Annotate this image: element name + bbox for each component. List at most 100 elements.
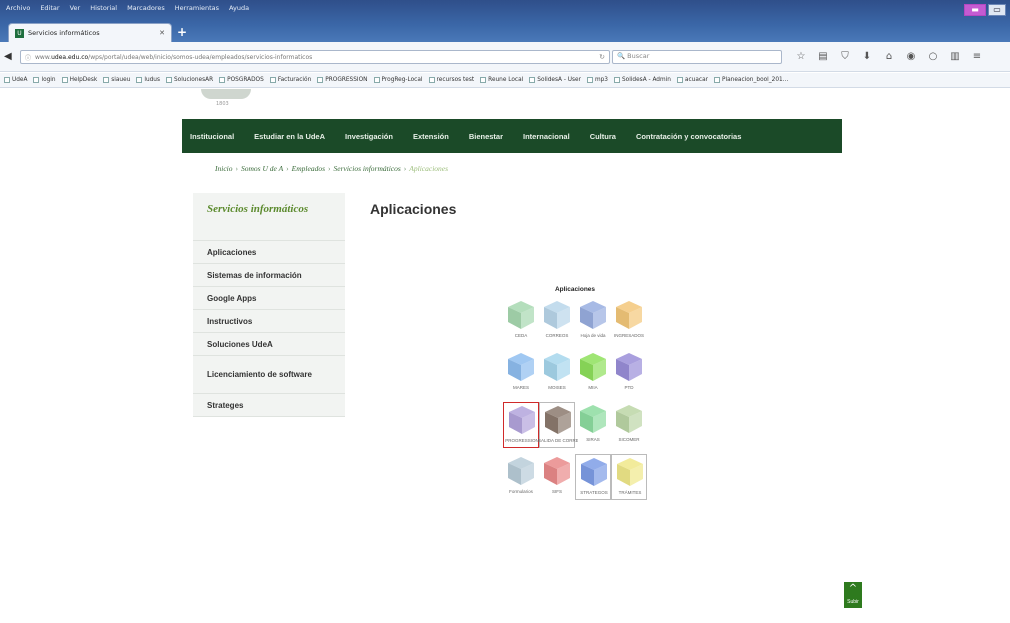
chevron-up-icon: ^ [848, 583, 858, 594]
nav-internacional[interactable]: Internacional [523, 132, 570, 141]
scroll-to-top-button[interactable]: ^ Subir [844, 582, 862, 608]
bookmark-item[interactable]: Facturación [269, 77, 311, 83]
bookmark-item[interactable]: Planeacion_bool_201... [714, 77, 788, 83]
menu-editar[interactable]: Editar [40, 4, 59, 12]
addon-icon[interactable]: ◉ [905, 51, 917, 62]
search-input[interactable]: 🔍 Buscar [612, 50, 782, 64]
reload-icon[interactable]: ↻ [599, 53, 605, 61]
bookmark-icon [61, 77, 68, 83]
app-tile[interactable]: SIRAS [575, 402, 611, 448]
browser-titlebar: Archivo Editar Ver Historial Marcadores … [0, 0, 1010, 42]
bookmark-item[interactable]: recursos test [428, 77, 474, 83]
cube-icon [508, 353, 534, 381]
bookmark-label: Planeacion_bool_201... [722, 77, 789, 83]
browser-tab[interactable]: U Servicios informáticos ✕ [8, 23, 172, 42]
download-icon[interactable]: ⬇ [861, 51, 873, 62]
minimize-icon[interactable]: ▬ [964, 4, 986, 16]
nav-bienestar[interactable]: Bienestar [469, 132, 503, 141]
bookmark-label: ProgReg-Local [381, 77, 423, 83]
bookmark-item[interactable]: login [33, 77, 56, 83]
bookmarks-list-icon[interactable]: ▤ [817, 51, 829, 62]
nav-estudiar[interactable]: Estudiar en la UdeA [254, 132, 325, 141]
app-tile[interactable]: PROGRESSION [503, 402, 539, 448]
cube-icon [508, 301, 534, 329]
breadcrumb-separator: › [235, 164, 239, 173]
menu-ver[interactable]: Ver [70, 4, 81, 12]
app-tile[interactable]: Hoja de vida [575, 298, 611, 344]
sidebar-item-instructivos[interactable]: Instructivos [193, 310, 345, 333]
bookmark-item[interactable]: SolidesA - User [529, 77, 581, 83]
sidebar-item-aplicaciones[interactable]: Aplicaciones [193, 241, 345, 264]
app-tile[interactable]: CEDA [503, 298, 539, 344]
bookmark-item[interactable]: SolidesA - Admin [613, 77, 671, 83]
bookmark-label: mp3 [594, 77, 608, 83]
app-tile[interactable]: MIIA [575, 350, 611, 396]
close-tab-icon[interactable]: ✕ [159, 29, 165, 37]
app-tile[interactable]: Formularios [503, 454, 539, 500]
app-tile[interactable]: MARES [503, 350, 539, 396]
logo-seal-icon [201, 89, 251, 99]
app-tile[interactable]: TRÁMITES [611, 454, 647, 500]
app-tile[interactable]: SALIDA DE CORREO [538, 402, 578, 448]
app-tile[interactable]: SIFS [539, 454, 575, 500]
cube-icon [544, 301, 570, 329]
nav-investigacion[interactable]: Investigación [345, 132, 393, 141]
breadcrumb-empleados[interactable]: Empleados [292, 164, 325, 173]
app-tile[interactable]: PTD [611, 350, 647, 396]
bookmark-item[interactable]: UdeA [4, 77, 27, 83]
nav-contratacion[interactable]: Contratación y convocatorias [636, 132, 741, 141]
nav-extension[interactable]: Extensión [413, 132, 449, 141]
menu-marcadores[interactable]: Marcadores [127, 4, 165, 12]
nav-cultura[interactable]: Cultura [590, 132, 616, 141]
bookmark-star-icon[interactable]: ☆ [795, 51, 807, 62]
breadcrumb-somos[interactable]: Somos U de A [241, 164, 283, 173]
app-tile[interactable]: INGRESADOS [611, 298, 647, 344]
sidebar-item-google-apps[interactable]: Google Apps [193, 287, 345, 310]
url-bar[interactable]: ⓘ www.udea.edu.co/wps/portal/udea/web/in… [20, 50, 610, 64]
app-tile-label: Hoja de vida [580, 333, 606, 338]
breadcrumb-servicios[interactable]: Servicios informáticos [334, 164, 401, 173]
app-tile[interactable]: CORREOS [539, 298, 575, 344]
app-tile-label: PTD [624, 385, 634, 390]
app-tile[interactable]: STRATEGOS [575, 454, 611, 500]
app-tile-label: PROGRESSION [505, 438, 539, 443]
breadcrumb-separator: › [403, 164, 407, 173]
bookmark-item[interactable]: mp3 [586, 77, 608, 83]
bookmark-item[interactable]: siaueu [103, 77, 130, 83]
app-tile[interactable]: SICOMER [611, 402, 647, 448]
bookmark-item[interactable]: acuacar [676, 77, 708, 83]
sidebar-item-sistemas[interactable]: Sistemas de información [193, 264, 345, 287]
back-arrow-icon[interactable]: ◀ [4, 51, 12, 62]
breadcrumb-inicio[interactable]: Inicio [215, 164, 233, 173]
udea-logo[interactable]: 1803 [201, 89, 251, 111]
bookmark-item[interactable]: PROGRESSION [317, 77, 368, 83]
sidebar-title[interactable]: Servicios informáticos [193, 193, 345, 241]
sidebar-item-strateges[interactable]: Strateges [193, 394, 345, 417]
menu-historial[interactable]: Historial [90, 4, 117, 12]
nav-institucional[interactable]: Institucional [190, 132, 234, 141]
reader-icon[interactable]: ▥ [949, 51, 961, 62]
app-tile[interactable]: MOISES [539, 350, 575, 396]
cube-icon [545, 406, 571, 434]
menu-ayuda[interactable]: Ayuda [229, 4, 249, 12]
sidebar-item-soluciones[interactable]: Soluciones UdeA [193, 333, 345, 356]
sidebar-item-licenciamiento[interactable]: Licenciamiento de software [193, 356, 345, 394]
menu-hamburger-icon[interactable]: ≡ [971, 51, 983, 62]
chat-icon[interactable]: ○ [927, 51, 939, 62]
menu-herramientas[interactable]: Herramientas [175, 4, 219, 12]
home-icon[interactable]: ⌂ [883, 51, 895, 62]
menu-archivo[interactable]: Archivo [6, 4, 30, 12]
sidebar: Servicios informáticos Aplicaciones Sist… [193, 193, 345, 417]
site-identity-icon[interactable]: ⓘ [25, 53, 31, 62]
browser-menubar: Archivo Editar Ver Historial Marcadores … [6, 4, 249, 12]
bookmark-item[interactable]: POSGRADOS [219, 77, 264, 83]
restore-icon[interactable]: ▭ [988, 4, 1006, 16]
bookmark-item[interactable]: SolucionesAR [166, 77, 213, 83]
bookmark-item[interactable]: HelpDesk [61, 77, 97, 83]
bookmark-item[interactable]: Reune Local [480, 77, 523, 83]
new-tab-icon[interactable]: + [177, 26, 187, 38]
bookmark-icon [613, 77, 620, 83]
pocket-icon[interactable]: ⛉ [839, 51, 851, 62]
bookmark-item[interactable]: ProgReg-Local [373, 77, 423, 83]
bookmark-item[interactable]: ludus [136, 77, 160, 83]
